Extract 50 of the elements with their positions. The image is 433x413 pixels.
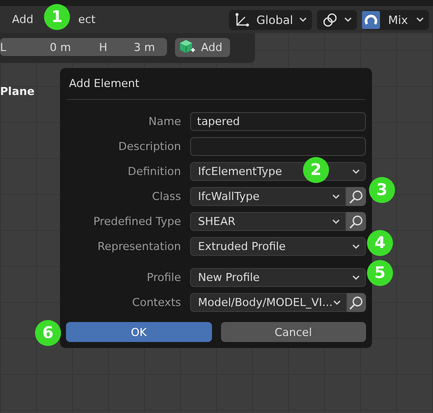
menu-item[interactable]: Add [12,13,34,26]
step-badge: 5 [367,260,393,286]
snap-dropdown[interactable]: Mix [362,10,429,30]
search-button[interactable] [346,293,366,312]
menu-item[interactable]: ect [78,13,96,26]
field-label: Predefined Type [92,215,181,228]
dialog-title: Add Element [67,68,365,100]
chevron-icon [352,274,360,281]
dropdown[interactable]: IfcWallType [190,187,346,206]
add-button[interactable]: Add [175,38,230,56]
dropdown[interactable]: Extruded Profile [190,237,366,256]
ok-button[interactable]: OK [66,322,212,342]
cube-icon [179,39,195,55]
field-label: Class [151,190,181,203]
axes-icon [234,12,250,28]
text-field[interactable]: tapered [190,112,366,131]
dropdown[interactable]: SHEAR [190,212,346,231]
search-icon [349,190,363,204]
search-button[interactable] [346,187,366,206]
outliner-item[interactable]: Plane [0,85,40,98]
field-label: Description [117,140,181,153]
chevron-icon [352,168,360,175]
number-field[interactable]: L 0 m [0,38,83,56]
field-label: Contexts [131,296,181,309]
chevron-icon [416,16,424,23]
dropdown[interactable]: Model/Body/MODEL_VI... [190,293,347,312]
field-label: Name [148,115,181,128]
chevron-icon [352,243,360,250]
orientation-dropdown[interactable]: Global [229,10,312,30]
chevron-icon [332,193,340,200]
field-label: Profile [146,271,181,284]
chevron-icon [332,218,340,225]
chevron-icon [299,16,308,23]
chevron-icon [332,299,341,306]
number-field[interactable]: H 3 m [83,38,167,56]
step-badge: 3 [369,177,395,203]
search-icon [349,214,363,228]
step-badge: 6 [35,320,61,346]
dropdown[interactable]: New Profile [190,268,366,287]
field-label: Representation [96,240,181,253]
search-button[interactable] [346,212,366,231]
cancel-button[interactable]: Cancel [220,322,366,342]
pivot-dropdown[interactable] [317,10,358,30]
link-icon [322,12,338,28]
magnet-icon [362,10,380,28]
search-icon [349,296,364,310]
text-field[interactable] [190,137,366,156]
chevron-icon [344,16,352,23]
field-label: Definition [126,165,181,178]
step-badge: 4 [367,230,393,256]
